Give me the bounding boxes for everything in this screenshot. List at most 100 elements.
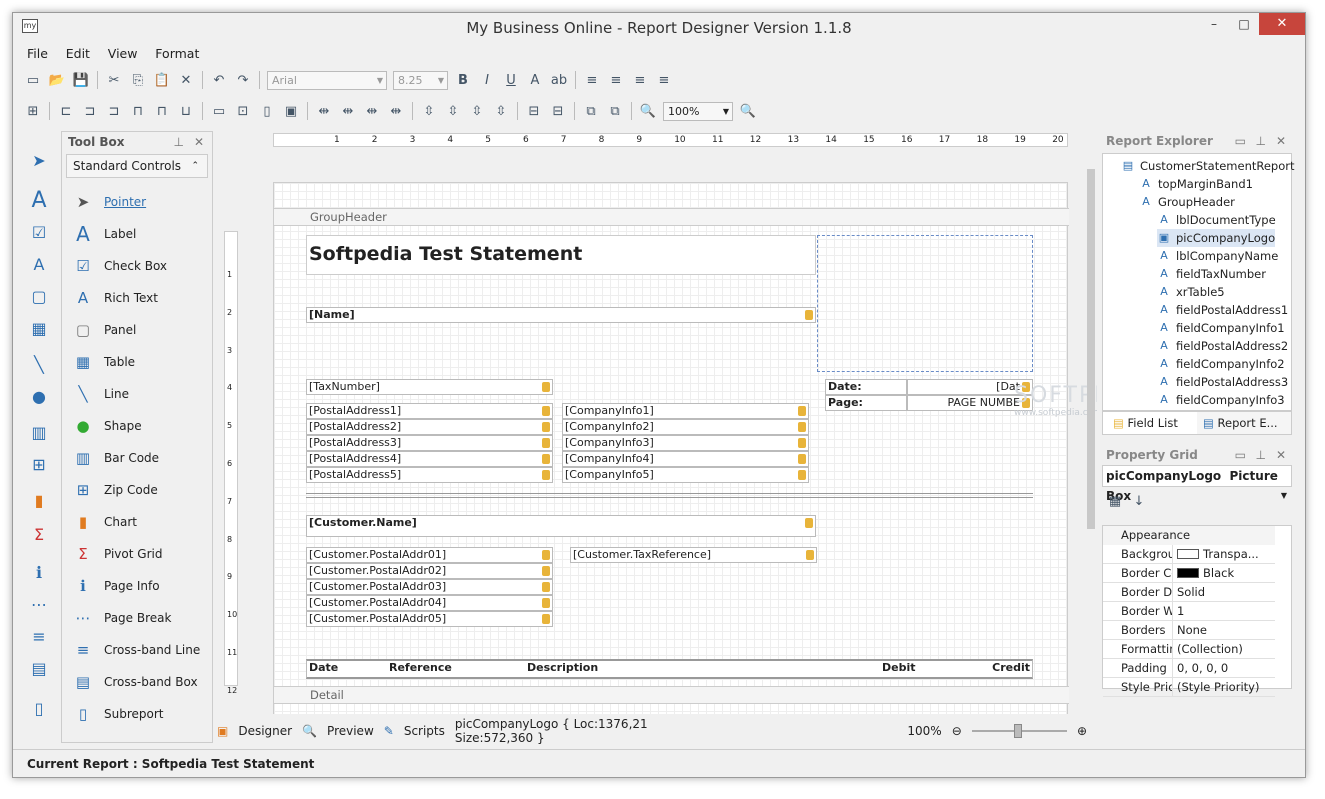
- property-row[interactable]: Border Col Black: [1103, 564, 1275, 583]
- menu-edit[interactable]: Edit: [66, 46, 90, 61]
- toolbox-item-shape[interactable]: ● Shape: [72, 414, 141, 438]
- document-title[interactable]: Softpedia Test Statement: [306, 235, 816, 275]
- vspace-equal-icon[interactable]: ⇳: [418, 101, 440, 121]
- maximize-button[interactable]: □: [1229, 13, 1259, 35]
- tree-node[interactable]: AfieldPostalAddress2: [1157, 337, 1288, 355]
- close-icon[interactable]: ✕: [1276, 445, 1286, 465]
- zoom-out-icon[interactable]: 🔍: [637, 101, 659, 121]
- align-middles-icon[interactable]: ⊓: [151, 101, 173, 121]
- pin-icon[interactable]: ⊥: [1256, 131, 1266, 151]
- hspace-remove-icon[interactable]: ⇹: [385, 101, 407, 121]
- field-customer-addr-5[interactable]: [Customer.PostalAddr05]: [306, 611, 553, 627]
- tree-node[interactable]: AtopMarginBand1: [1139, 175, 1253, 193]
- property-value[interactable]: None: [1173, 621, 1275, 639]
- zipcode-icon[interactable]: ⊞: [27, 453, 51, 475]
- same-height-icon[interactable]: ▯: [256, 101, 278, 121]
- backcolor-icon[interactable]: ab: [548, 70, 570, 90]
- field-postal-2[interactable]: [PostalAddress2]: [306, 419, 553, 435]
- date-label[interactable]: Date:: [825, 379, 907, 395]
- toolbox-item-chart[interactable]: ▮ Chart: [72, 510, 137, 534]
- field-customer-tax[interactable]: [Customer.TaxReference]: [570, 547, 817, 563]
- tab-report-explorer[interactable]: ▤ Report E...: [1197, 412, 1291, 434]
- toolbox-item-barcode[interactable]: ▥ Bar Code: [72, 446, 159, 470]
- tree-node[interactable]: A GroupHeader: [1139, 193, 1235, 211]
- vspace-dec-icon[interactable]: ⇳: [466, 101, 488, 121]
- field-name[interactable]: [Name]: [306, 307, 816, 323]
- checkbox-icon[interactable]: ☑: [27, 221, 51, 243]
- toolbox-item-line[interactable]: ╲ Line: [72, 382, 129, 406]
- standard-controls-group[interactable]: Standard Controls ⌃: [66, 154, 208, 178]
- toolbox-item-panel[interactable]: ▢ Panel: [72, 318, 136, 342]
- zoom-in-icon[interactable]: ⊕: [1077, 724, 1087, 738]
- tree-node[interactable]: AxrTable5: [1157, 283, 1224, 301]
- pin-icon[interactable]: ⊥: [1256, 445, 1266, 465]
- hspace-dec-icon[interactable]: ⇹: [361, 101, 383, 121]
- line-icon[interactable]: ╲: [27, 353, 51, 375]
- table-header-row[interactable]: Date Reference Description Debit Credit: [306, 659, 1033, 679]
- tab-field-list[interactable]: ▤ Field List: [1103, 412, 1198, 434]
- menu-view[interactable]: View: [108, 46, 138, 61]
- property-row[interactable]: Border Das Solid: [1103, 583, 1275, 602]
- pin-icon[interactable]: ⊥: [174, 132, 184, 152]
- shape-icon[interactable]: ●: [27, 385, 51, 407]
- property-value[interactable]: 1: [1173, 602, 1275, 620]
- field-postal-3[interactable]: [PostalAddress3]: [306, 435, 553, 451]
- hspace-equal-icon[interactable]: ⇹: [313, 101, 335, 121]
- label-icon[interactable]: A: [27, 188, 51, 213]
- align-tops-icon[interactable]: ⊓: [127, 101, 149, 121]
- same-width-icon[interactable]: ▭: [208, 101, 230, 121]
- tab-designer[interactable]: Designer: [238, 724, 292, 738]
- align-right-icon[interactable]: ≡: [629, 70, 651, 90]
- field-customer-addr-2[interactable]: [Customer.PostalAddr02]: [306, 563, 553, 579]
- bring-front-icon[interactable]: ⧉: [580, 101, 602, 121]
- toolbox-item-richtext[interactable]: A Rich Text: [72, 286, 158, 310]
- field-postal-5[interactable]: [PostalAddress5]: [306, 467, 553, 483]
- italic-icon[interactable]: I: [476, 70, 498, 90]
- page-label[interactable]: Page:: [825, 395, 907, 411]
- panel-icon[interactable]: ▢: [27, 285, 51, 307]
- field-customer-addr-3[interactable]: [Customer.PostalAddr03]: [306, 579, 553, 595]
- pagebreak-icon[interactable]: ⋯: [27, 593, 51, 615]
- tree-node[interactable]: AlblDocumentType: [1157, 211, 1275, 229]
- hspace-inc-icon[interactable]: ⇹: [337, 101, 359, 121]
- property-row[interactable]: Border Wic 1: [1103, 602, 1275, 621]
- property-row[interactable]: Borders None: [1103, 621, 1275, 640]
- category-appearance[interactable]: Appearance: [1103, 526, 1275, 545]
- tree-node[interactable]: ▤ CustomerStatementReport: [1121, 157, 1295, 175]
- field-customer-addr-1[interactable]: [Customer.PostalAddr01]: [306, 547, 553, 563]
- tree-node[interactable]: AfieldPostalAddress1: [1157, 301, 1288, 319]
- zoom-in-icon[interactable]: 🔍: [737, 101, 759, 121]
- crossband-line-icon[interactable]: ≡: [27, 625, 51, 647]
- font-combo[interactable]: Arial ▼: [267, 70, 387, 90]
- property-row[interactable]: Backgroun Transpa...: [1103, 545, 1275, 564]
- zoom-slider[interactable]: [971, 724, 1067, 738]
- pivotgrid-icon[interactable]: Σ: [27, 523, 51, 545]
- vertical-scrollbar[interactable]: [1085, 155, 1097, 710]
- align-lefts-icon[interactable]: ⊏: [55, 101, 77, 121]
- property-value[interactable]: (Collection): [1173, 640, 1275, 658]
- barcode-icon[interactable]: ▥: [27, 421, 51, 443]
- toolbox-item-pagebreak[interactable]: ⋯ Page Break: [72, 606, 172, 630]
- menu-format[interactable]: Format: [155, 46, 199, 61]
- property-row[interactable]: Padding 0, 0, 0, 0: [1103, 659, 1275, 678]
- toolbox-item-subreport[interactable]: ▯ Subreport: [72, 702, 164, 726]
- crossband-box-icon[interactable]: ▤: [27, 657, 51, 679]
- band-group-header[interactable]: GroupHeader: [274, 208, 1069, 226]
- tree-node[interactable]: AfieldCompanyInfo2: [1157, 355, 1284, 373]
- tree-node[interactable]: AfieldCompanyInfo1: [1157, 319, 1284, 337]
- tab-preview[interactable]: Preview: [327, 724, 374, 738]
- tab-scripts[interactable]: Scripts: [404, 724, 445, 738]
- open-icon[interactable]: 📂: [46, 70, 68, 90]
- property-value[interactable]: Solid: [1173, 583, 1275, 601]
- field-postal-4[interactable]: [PostalAddress4]: [306, 451, 553, 467]
- chart-icon[interactable]: ▮: [27, 489, 51, 511]
- design-surface[interactable]: GroupHeader Softpedia Test Statement [Na…: [239, 149, 1097, 714]
- toolbox-item-pivotgrid[interactable]: Σ Pivot Grid: [72, 542, 162, 566]
- field-customer-name[interactable]: [Customer.Name]: [306, 515, 816, 537]
- tree-node[interactable]: AfieldCompanyInfo3: [1157, 391, 1284, 409]
- font-size-combo[interactable]: 8.25 ▼: [393, 70, 448, 90]
- menu-file[interactable]: File: [27, 46, 48, 61]
- richtext-icon[interactable]: A: [27, 253, 51, 275]
- zoom-combo[interactable]: 100% ▼: [663, 101, 733, 121]
- save-icon[interactable]: 💾: [70, 70, 92, 90]
